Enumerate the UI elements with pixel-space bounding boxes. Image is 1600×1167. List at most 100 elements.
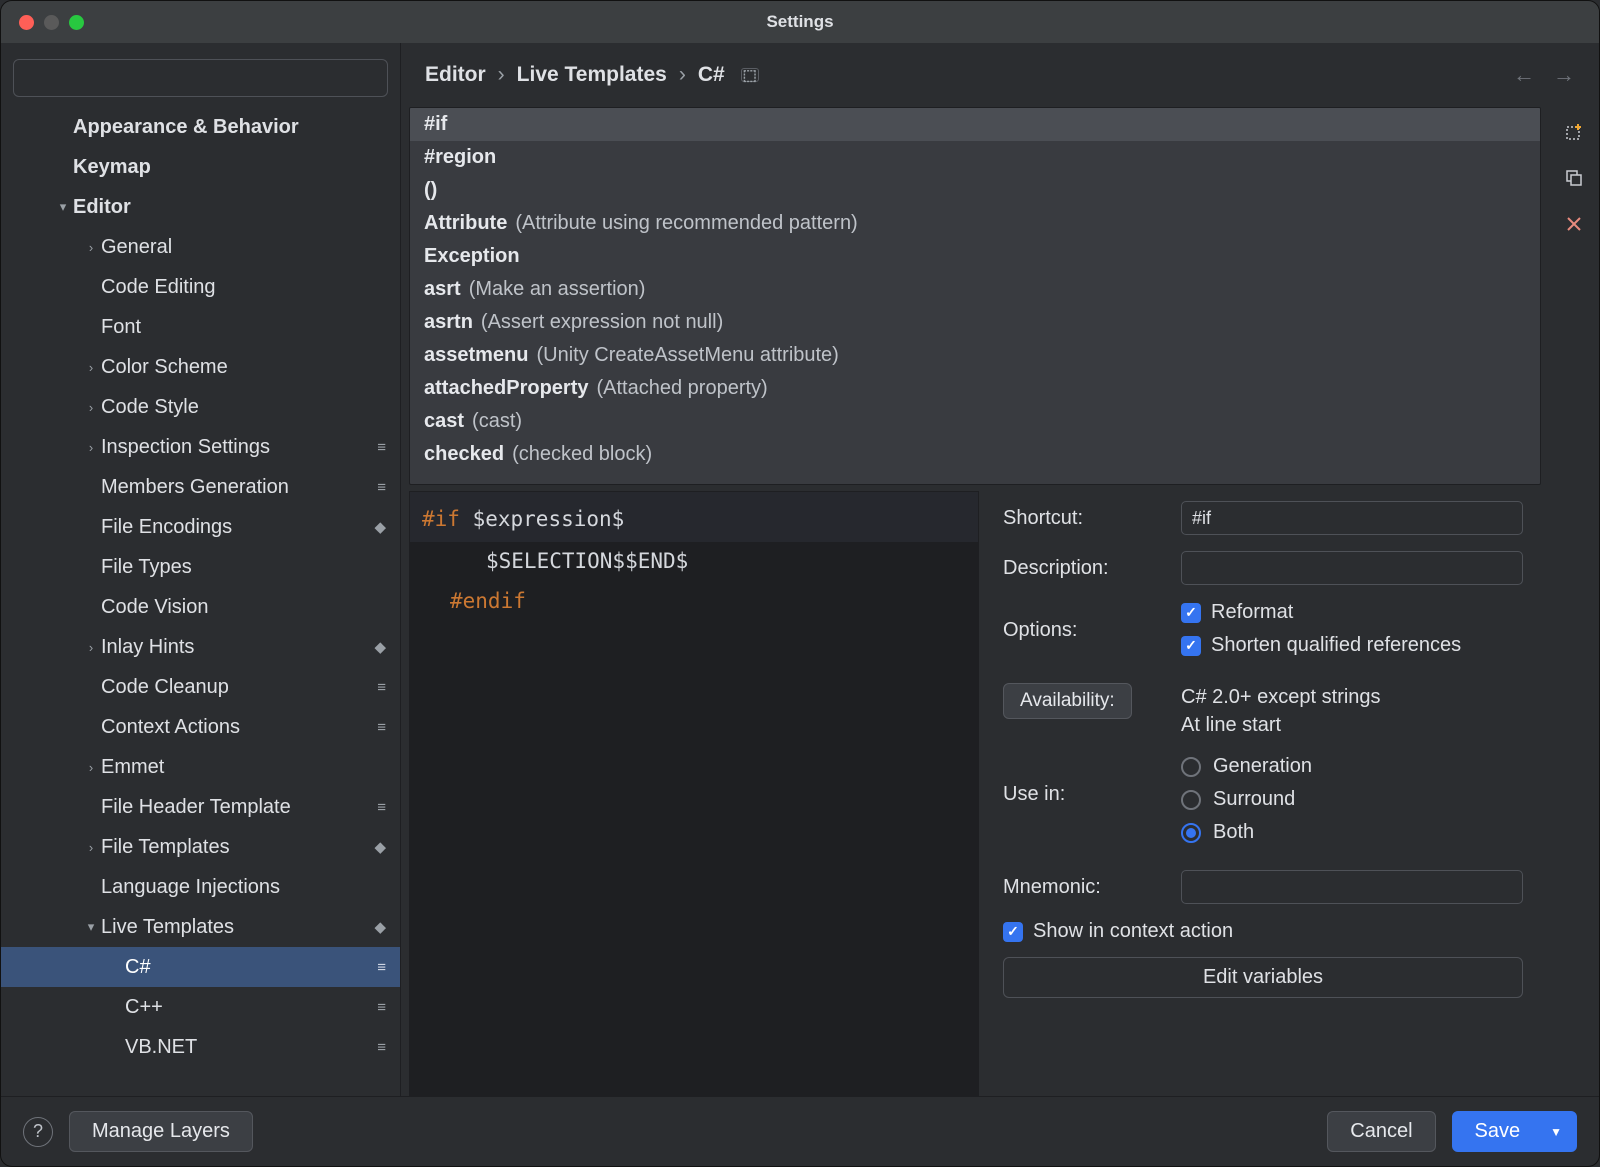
settings-search-input[interactable] [13,59,388,97]
sidebar-item[interactable]: Language Injections [1,867,400,907]
sidebar-item[interactable]: Keymap [1,147,400,187]
sidebar-item-label: Code Editing [101,276,386,299]
usein-surround-radio[interactable] [1181,790,1201,810]
sidebar: Appearance & BehaviorKeymap▾Editor›Gener… [1,43,401,1096]
scope-badge-icon: ≡ [377,439,386,456]
usein-generation-radio[interactable] [1181,757,1201,777]
mnemonic-label: Mnemonic: [1003,876,1163,899]
nav-forward-icon[interactable]: → [1553,62,1575,88]
settings-window: Settings Appearance & BehaviorKeymap▾Edi… [0,0,1600,1167]
edit-variables-button[interactable]: Edit variables [1003,957,1523,998]
scope-badge-icon: ≡ [377,479,386,496]
sidebar-item[interactable]: File Encodings◆ [1,507,400,547]
sidebar-item[interactable]: Code Editing [1,267,400,307]
sidebar-item-label: Language Injections [101,876,386,899]
reset-icon[interactable]: ⬚ [741,68,759,82]
sidebar-item[interactable]: ›Inlay Hints◆ [1,627,400,667]
sidebar-item-label: Code Vision [101,596,386,619]
code-token: #if [422,507,460,531]
availability-text: C# 2.0+ except strings [1181,683,1523,711]
template-row[interactable]: assetmenu(Unity CreateAssetMenu attribut… [410,339,1540,372]
template-row[interactable]: Exception [410,240,1540,273]
sidebar-item-label: Members Generation [101,476,377,499]
sidebar-item[interactable]: VB.NET≡ [1,1027,400,1067]
template-form: Shortcut: Description: Options: [979,491,1541,1096]
sidebar-item-label: VB.NET [125,1036,377,1059]
usein-both-radio[interactable] [1181,823,1201,843]
save-button-label: Save [1475,1120,1521,1143]
template-row[interactable]: Attribute(Attribute using recommended pa… [410,207,1540,240]
template-list[interactable]: #if#region()Attribute(Attribute using re… [409,107,1541,485]
sidebar-item[interactable]: ›Emmet [1,747,400,787]
sidebar-item[interactable]: File Header Template≡ [1,787,400,827]
sidebar-item-label: File Templates [101,836,374,859]
sidebar-item[interactable]: Appearance & Behavior [1,107,400,147]
sidebar-item[interactable]: Members Generation≡ [1,467,400,507]
breadcrumb-part[interactable]: Live Templates [517,63,667,87]
sidebar-item[interactable]: Code Cleanup≡ [1,667,400,707]
delete-template-icon[interactable] [1563,213,1585,235]
copy-template-icon[interactable] [1563,167,1585,189]
template-row[interactable]: asrtn(Assert expression not null) [410,306,1540,339]
chevron-icon: › [81,840,101,855]
template-row[interactable]: checked(checked block) [410,438,1540,471]
scope-badge-icon: ≡ [377,679,386,696]
nav-back-icon[interactable]: ← [1513,62,1535,88]
shortcut-input[interactable] [1181,501,1523,535]
sidebar-item-label: Code Cleanup [101,676,377,699]
template-editor[interactable]: #if $expression$ $SELECTION$$END$ #endif [409,491,979,1096]
sidebar-item[interactable]: C#≡ [1,947,400,987]
shorten-refs-checkbox[interactable]: ✓ [1181,636,1201,656]
mnemonic-input[interactable] [1181,870,1523,904]
sidebar-item[interactable]: Font [1,307,400,347]
sidebar-item[interactable]: ›General [1,227,400,267]
sidebar-item[interactable]: ▾Editor [1,187,400,227]
template-row[interactable]: #region [410,141,1540,174]
template-row[interactable]: cast(cast) [410,405,1540,438]
sidebar-item[interactable]: File Types [1,547,400,587]
reformat-checkbox[interactable]: ✓ [1181,603,1201,623]
template-row[interactable]: attachedProperty(Attached property) [410,372,1540,405]
template-abbr: attachedProperty [424,377,589,400]
sidebar-item-label: C++ [125,996,377,1019]
show-context-checkbox[interactable]: ✓ [1003,922,1023,942]
scope-badge-icon: ≡ [377,1039,386,1056]
cancel-button[interactable]: Cancel [1327,1111,1435,1152]
sidebar-item[interactable]: C++≡ [1,987,400,1027]
body: Appearance & BehaviorKeymap▾Editor›Gener… [1,43,1599,1096]
sidebar-item-label: File Encodings [101,516,374,539]
description-input[interactable] [1181,551,1523,585]
template-row[interactable]: #if [410,108,1540,141]
list-toolbar [1549,107,1599,1096]
sidebar-item[interactable]: Context Actions≡ [1,707,400,747]
sidebar-item[interactable]: ›Color Scheme [1,347,400,387]
chevron-icon: › [81,360,101,375]
sidebar-item[interactable]: ›Code Style [1,387,400,427]
sidebar-item[interactable]: ▾Live Templates◆ [1,907,400,947]
template-row[interactable]: asrt(Make an assertion) [410,273,1540,306]
breadcrumb-part[interactable]: Editor [425,63,486,87]
sidebar-item[interactable]: ›Inspection Settings≡ [1,427,400,467]
chevron-icon: › [81,440,101,455]
chevron-icon: ▾ [53,199,73,215]
manage-layers-button[interactable]: Manage Layers [69,1111,253,1152]
titlebar: Settings [1,1,1599,43]
usein-label: Use in: [1003,755,1163,806]
options-label: Options: [1003,601,1163,642]
sidebar-item[interactable]: Code Vision [1,587,400,627]
scope-badge-icon: ≡ [377,959,386,976]
settings-tree[interactable]: Appearance & BehaviorKeymap▾Editor›Gener… [1,107,400,1096]
availability-button[interactable]: Availability: [1003,683,1132,719]
main-panel: Editor › Live Templates › C# ⬚ ← → #if#r… [401,43,1599,1096]
save-button[interactable]: Save ▼ [1452,1111,1577,1152]
template-desc: (Make an assertion) [469,278,646,301]
help-button[interactable]: ? [23,1117,53,1147]
new-template-icon[interactable] [1563,121,1585,143]
breadcrumb-part[interactable]: C# [698,63,725,87]
chevron-icon: › [81,760,101,775]
sidebar-item-label: File Types [101,556,386,579]
sidebar-item-label: Color Scheme [101,356,386,379]
sidebar-item[interactable]: ›File Templates◆ [1,827,400,867]
template-abbr: asrtn [424,311,473,334]
template-row[interactable]: () [410,174,1540,207]
